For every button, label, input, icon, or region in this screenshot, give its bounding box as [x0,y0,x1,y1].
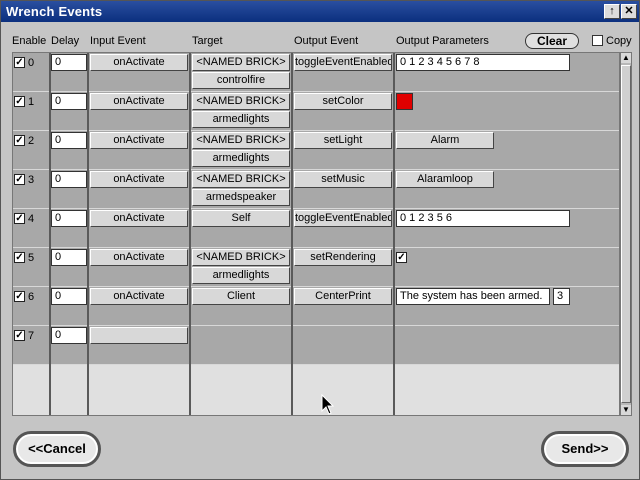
param-select[interactable]: Alaramloop [396,171,494,188]
delay-input[interactable]: 0 [51,288,87,305]
row-index: 7 [28,330,35,342]
enable-checkbox[interactable]: ✓ [14,252,25,263]
scroll-thumb[interactable] [621,65,631,403]
input-event-select[interactable]: onActivate [90,132,188,149]
target-select[interactable]: <NAMED BRICK> [192,54,290,71]
param-checkbox[interactable]: ✓ [396,252,407,263]
delay-input[interactable]: 0 [51,249,87,266]
color-swatch[interactable] [396,93,413,110]
column-divider [189,53,191,415]
target-select[interactable]: <NAMED BRICK> [192,93,290,110]
event-row: ✓ 3 0 onActivate <NAMED BRICK> armedspea… [13,170,619,209]
delay-input[interactable]: 0 [51,171,87,188]
param-input[interactable]: 0 1 2 3 4 5 6 7 8 [396,54,570,71]
enable-checkbox[interactable]: ✓ [14,96,25,107]
input-event-select[interactable]: onActivate [90,249,188,266]
column-divider [291,53,293,415]
header-output-event: Output Event [294,35,359,47]
output-event-select[interactable]: setLight [294,132,392,149]
cancel-button[interactable]: <<Cancel [13,431,101,467]
param-number-input[interactable]: 3 [553,288,570,305]
delay-input[interactable]: 0 [51,93,87,110]
input-event-select[interactable]: onActivate [90,54,188,71]
header-delay: Delay [51,35,80,47]
enable-checkbox[interactable]: ✓ [14,291,25,302]
output-event-select[interactable]: toggleEventEnabled [294,54,392,71]
scroll-down-icon[interactable]: ▼ [621,405,631,415]
event-row: ✓ 4 0 onActivate Self toggleEventEnabled… [13,209,619,248]
row-index: 6 [28,291,35,303]
event-row: ✓ 6 0 onActivate Client CenterPrint The … [13,287,619,326]
close-icon: ✕ [624,5,634,17]
input-event-select[interactable]: onActivate [90,93,188,110]
row-index: 1 [28,96,35,108]
vertical-scrollbar[interactable]: ▲ ▼ [620,52,632,416]
named-brick-select[interactable]: armedspeaker [192,189,290,206]
enable-checkbox[interactable]: ✓ [14,174,25,185]
target-select[interactable]: Client [192,288,290,305]
column-divider [393,53,395,415]
header-output-parameters: Output Parameters [396,35,489,47]
named-brick-select[interactable]: armedlights [192,267,290,284]
event-row: ✓ 2 0 onActivate <NAMED BRICK> armedligh… [13,131,619,170]
header-input-event: Input Event [90,35,146,47]
output-event-select[interactable]: toggleEventEnabled [294,210,392,227]
column-divider [49,53,51,415]
copy-checkbox[interactable] [592,35,603,46]
enable-checkbox[interactable]: ✓ [14,213,25,224]
row-index: 0 [28,57,35,69]
send-button[interactable]: Send>> [541,431,629,467]
close-window-button[interactable]: ✕ [621,4,637,19]
output-event-select[interactable]: setRendering [294,249,392,266]
input-event-select[interactable]: onActivate [90,210,188,227]
row-index: 5 [28,252,35,264]
delay-input[interactable]: 0 [51,54,87,71]
param-select[interactable]: Alarm [396,132,494,149]
delay-input[interactable]: 0 [51,210,87,227]
output-event-select[interactable]: setColor [294,93,392,110]
header-target: Target [192,35,223,47]
target-select[interactable]: <NAMED BRICK> [192,171,290,188]
row-index: 4 [28,213,35,225]
collapse-window-button[interactable]: ↑ [604,4,620,19]
event-row: ✓ 1 0 onActivate <NAMED BRICK> armedligh… [13,92,619,131]
target-select[interactable]: <NAMED BRICK> [192,249,290,266]
mouse-cursor-icon [321,394,335,415]
target-select[interactable]: <NAMED BRICK> [192,132,290,149]
row-index: 3 [28,174,35,186]
clear-button[interactable]: Clear [525,33,579,49]
enable-checkbox[interactable]: ✓ [14,330,25,341]
delay-input[interactable]: 0 [51,327,87,344]
header-enable: Enable [12,35,47,47]
named-brick-select[interactable]: controlfire [192,72,290,89]
wrench-events-window: Wrench Events ↑ ✕ Enable Delay Input Eve… [0,0,640,480]
output-event-select[interactable]: setMusic [294,171,392,188]
param-input[interactable]: 0 1 2 3 5 6 [396,210,570,227]
event-row: ✓ 7 0 [13,326,619,365]
input-event-select[interactable] [90,327,188,344]
input-event-select[interactable]: onActivate [90,171,188,188]
scroll-up-icon[interactable]: ▲ [621,53,631,63]
row-index: 2 [28,135,35,147]
input-event-select[interactable]: onActivate [90,288,188,305]
event-row: ✓ 0 0 onActivate <NAMED BRICK> controlfi… [13,53,619,92]
events-grid: ✓ 0 0 onActivate <NAMED BRICK> controlfi… [12,52,620,416]
output-event-select[interactable]: CenterPrint [294,288,392,305]
named-brick-select[interactable]: armedlights [192,150,290,167]
enable-checkbox[interactable]: ✓ [14,135,25,146]
enable-checkbox[interactable]: ✓ [14,57,25,68]
up-arrow-icon: ↑ [609,5,615,17]
event-row: ✓ 5 0 onActivate <NAMED BRICK> armedligh… [13,248,619,287]
window-title: Wrench Events [6,4,103,19]
title-bar: Wrench Events [1,1,639,22]
named-brick-select[interactable]: armedlights [192,111,290,128]
delay-input[interactable]: 0 [51,132,87,149]
column-divider [87,53,89,415]
copy-label: Copy [606,35,632,47]
param-text-input[interactable]: The system has been armed. [396,288,550,305]
target-select[interactable]: Self [192,210,290,227]
